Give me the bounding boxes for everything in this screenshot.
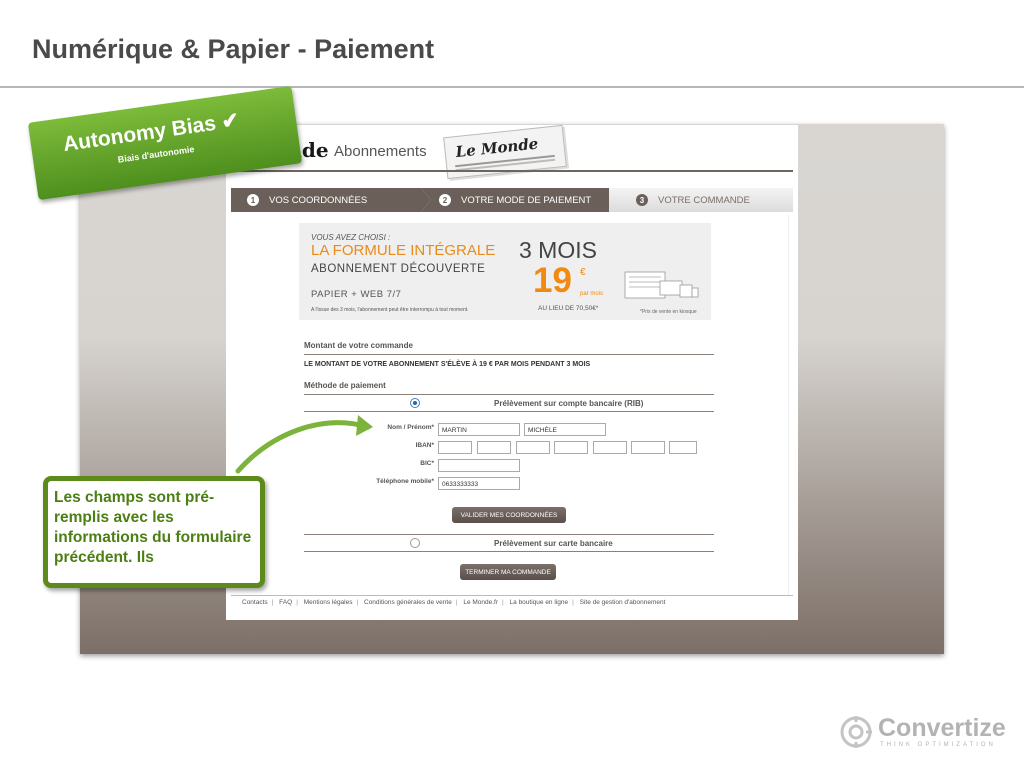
footer-link-cgv[interactable]: Conditions générales de vente [364, 599, 452, 606]
header-rule [231, 170, 793, 172]
devices-icon [624, 271, 699, 299]
section-rule [304, 354, 714, 355]
arrow-icon [235, 415, 373, 474]
offer-banner: VOUS AVEZ CHOISI : LA FORMULE INTÉGRALE … [299, 223, 711, 320]
option-rib-label[interactable]: Prélèvement sur compte bancaire (RIB) [494, 399, 643, 408]
site-section-title: Abonnements [334, 143, 427, 160]
phone-label: Téléphone mobile* [376, 478, 434, 485]
finish-button[interactable]: TERMINER MA COMMANDE [460, 564, 556, 580]
amount-title: Montant de votre commande [304, 341, 413, 350]
bic-field[interactable] [438, 459, 520, 472]
offer-currency: € [580, 267, 586, 278]
first-name-field[interactable]: MICHÈLE [524, 423, 606, 436]
footer-rule [231, 595, 793, 596]
offer-formula: LA FORMULE INTÉGRALE [311, 242, 496, 259]
option-card-label[interactable]: Prélèvement sur carte bancaire [494, 539, 613, 548]
iban-field-7[interactable] [669, 441, 697, 454]
validate-button[interactable]: VALIDER MES COORDONNÉES [452, 507, 566, 523]
footer-link-contacts[interactable]: Contacts [242, 599, 268, 606]
iban-field-6[interactable] [631, 441, 665, 454]
brand-icon [840, 716, 872, 748]
footer-link-gestion[interactable]: Site de gestion d'abonnement [580, 599, 666, 606]
brand-tagline: THINK OPTIMIZATION [880, 742, 996, 748]
radio-card[interactable] [410, 538, 420, 548]
checkout-steps: 1 VOS COORDONNÉES 2 VOTRE MODE DE PAIEME… [231, 188, 793, 212]
footer-link-boutique[interactable]: La boutique en ligne [510, 599, 569, 606]
footer-links: Contacts | FAQ | Mentions légales | Conditi… [242, 599, 666, 606]
step-label: VOTRE MODE DE PAIEMENT [461, 194, 592, 206]
step-commande: 3 VOTRE COMMANDE [609, 188, 793, 212]
brand-logo: Convertize THINK OPTIMIZATION [838, 714, 1018, 754]
amount-text: LE MONTANT DE VOTRE ABONNEMENT S'ÉLÈVE À… [304, 361, 591, 368]
last-name-field[interactable]: MARTIN [438, 423, 520, 436]
footer-link-mentions[interactable]: Mentions légales [304, 599, 353, 606]
step-number: 1 [247, 194, 259, 206]
callout-note: Les champs sont pré-remplis avec les inf… [43, 476, 265, 588]
offer-kiosk-note: *Prix de vente en kiosque [640, 309, 697, 315]
offer-media: PAPIER + WEB 7/7 [311, 289, 402, 300]
section-rule [304, 394, 714, 395]
offer-disclaimer: A l'issue des 3 mois, l'abonnement peut … [311, 307, 469, 313]
step-coordonnees[interactable]: 1 VOS COORDONNÉES [231, 188, 431, 212]
radio-rib[interactable] [410, 398, 420, 408]
offer-chosen: VOUS AVEZ CHOISI : [311, 233, 391, 242]
offer-price: 19 [533, 261, 572, 300]
iban-field-4[interactable] [554, 441, 588, 454]
offer-duration: 3 MOIS [519, 237, 597, 263]
slide-title: Numérique & Papier - Paiement [32, 34, 435, 64]
step-mode-paiement[interactable]: 2 VOTRE MODE DE PAIEMENT [421, 188, 619, 212]
offer-type: ABONNEMENT DÉCOUVERTE [311, 263, 486, 275]
iban-field-1[interactable] [438, 441, 472, 454]
step-number: 2 [439, 194, 451, 206]
step-number: 3 [636, 194, 648, 206]
iban-field-5[interactable] [593, 441, 627, 454]
section-rule [304, 534, 714, 535]
website-screenshot: onde Abonnements Le Monde 1 VOS COORDONN… [226, 124, 798, 620]
method-title: Méthode de paiement [304, 381, 386, 390]
title-divider [0, 86, 1024, 88]
step-label: VOS COORDONNÉES [269, 194, 368, 206]
content-border [788, 215, 789, 595]
phone-field[interactable]: 0633333333 [438, 477, 520, 490]
step-label: VOTRE COMMANDE [658, 194, 750, 206]
iban-field-3[interactable] [516, 441, 550, 454]
iban-field-2[interactable] [477, 441, 511, 454]
callout-text: Les champs sont pré-remplis avec les inf… [54, 489, 252, 566]
footer-link-faq[interactable]: FAQ [279, 599, 292, 606]
section-rule [304, 551, 714, 552]
offer-instead-of: AU LIEU DE 70,50€* [538, 305, 599, 312]
offer-per-month: par mois [580, 291, 604, 297]
brand-name: Convertize [878, 714, 1006, 742]
footer-link-lemonde[interactable]: Le Monde.fr [463, 599, 498, 606]
